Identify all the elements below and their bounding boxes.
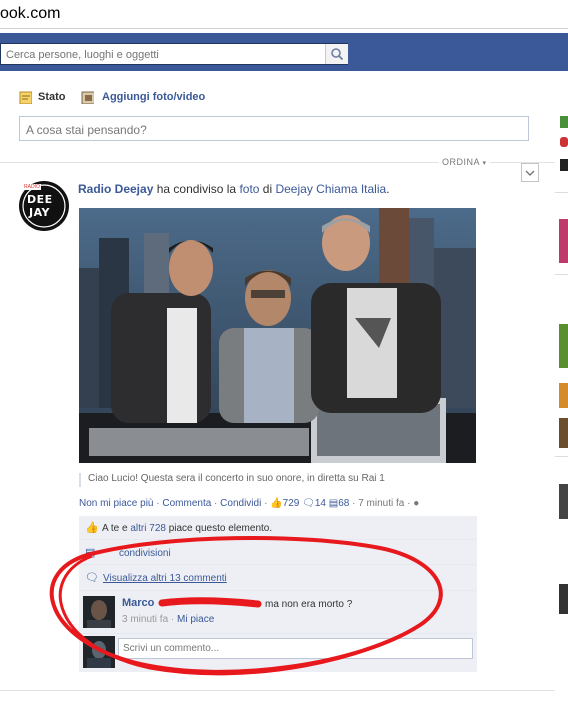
share-icon: ▤ xyxy=(328,498,339,509)
right-sidebar xyxy=(555,71,568,708)
status-input[interactable]: A cosa stai pensando? xyxy=(19,116,529,141)
search-icon xyxy=(331,48,344,61)
chevron-down-icon xyxy=(525,170,535,176)
logo-text-top: DEE xyxy=(27,193,53,206)
shares-row: ▤ condivisioni xyxy=(79,540,477,565)
post-photo[interactable] xyxy=(79,208,476,463)
comment-meta: 3 minuti fa · Mi piace xyxy=(122,614,215,625)
sort-menu[interactable]: ORDINA ▾ xyxy=(439,157,490,167)
photo-illustration xyxy=(79,208,476,463)
status-placeholder: A cosa stai pensando? xyxy=(26,123,147,137)
share-count[interactable]: 68 xyxy=(338,498,349,509)
search-input[interactable] xyxy=(6,48,316,62)
sidebar-thumb-3[interactable] xyxy=(559,383,568,408)
globe-icon: ● xyxy=(413,498,420,509)
photo-link[interactable]: foto xyxy=(239,182,259,196)
feed-bottom-divider xyxy=(0,690,555,691)
search-box[interactable] xyxy=(0,43,348,65)
write-comment-input[interactable]: Scrivi un commento... xyxy=(118,638,473,659)
post-options-button[interactable] xyxy=(521,163,539,182)
sidebar-divider-3 xyxy=(555,456,568,457)
commenter-name[interactable]: Marco xyxy=(122,597,154,609)
radio-deejay-avatar[interactable]: DEE JAY RADIO xyxy=(19,181,69,231)
shares-icon: ▤ xyxy=(85,547,96,559)
comment-text: ma non era morto ? xyxy=(265,599,353,610)
sidebar-thumb-6[interactable] xyxy=(559,584,568,614)
sort-label: ORDINA xyxy=(442,157,480,167)
comment-item: Marco ma non era morto ? 3 minuti fa · M… xyxy=(79,591,477,634)
browser-address-bar[interactable]: ook.com xyxy=(0,0,568,29)
comment-like-link[interactable]: Mi piace xyxy=(177,614,214,625)
url-text: ook.com xyxy=(0,5,61,22)
photo-icon xyxy=(81,91,94,104)
sidebar-icon-3[interactable] xyxy=(560,159,568,171)
sidebar-divider-1 xyxy=(555,192,568,193)
post-timestamp[interactable]: 7 minuti fa xyxy=(358,498,404,509)
comment-bubble-icon-small: 🗨 xyxy=(85,572,99,584)
like-thumb-icon: 👍 xyxy=(85,522,99,534)
sidebar-thumb-5[interactable] xyxy=(559,484,568,519)
share-link[interactable]: Condividi xyxy=(220,498,261,509)
photo-tab-label: Aggiungi foto/video xyxy=(102,91,206,103)
sidebar-divider-2 xyxy=(555,274,568,275)
unlike-link[interactable]: Non mi piace più xyxy=(79,498,153,509)
comment-count[interactable]: 14 xyxy=(315,498,326,509)
sidebar-thumb-1[interactable] xyxy=(559,219,568,263)
sort-caret-icon: ▾ xyxy=(482,160,487,167)
search-button[interactable] xyxy=(325,44,348,64)
photo-caption: Ciao Lucio! Questa sera il concerto in s… xyxy=(79,473,488,487)
likes-row: 👍 A te e altri 728 piace questo elemento… xyxy=(79,516,477,540)
view-more-row[interactable]: 🗨 Visualizza altri 13 commenti xyxy=(79,565,477,591)
logo-tiny-text: RADIO xyxy=(23,184,41,190)
sidebar-thumb-2[interactable] xyxy=(559,324,568,368)
view-more-comments-link[interactable]: Visualizza altri 13 commenti xyxy=(103,573,227,584)
status-icon xyxy=(19,91,32,104)
source-page-link[interactable]: Deejay Chiama Italia xyxy=(275,182,386,196)
comment-bubble-icon: 🗨 xyxy=(302,498,315,509)
sidebar-thumb-4[interactable] xyxy=(559,418,568,448)
post-header: Radio Deejay ha condiviso la foto di Dee… xyxy=(78,182,390,196)
commenter-avatar[interactable] xyxy=(83,596,115,628)
comment-link[interactable]: Commenta xyxy=(162,498,211,509)
like-count[interactable]: 729 xyxy=(283,498,300,509)
my-avatar xyxy=(83,636,115,668)
sidebar-icon-1[interactable] xyxy=(560,116,568,128)
likes-sentence: A te e altri 728 piace questo elemento. xyxy=(102,523,273,534)
write-comment-placeholder: Scrivi un commento... xyxy=(123,643,220,654)
others-like-link[interactable]: altri 728 xyxy=(130,523,166,534)
status-tab-label: Stato xyxy=(38,91,66,103)
comment-time[interactable]: 3 minuti fa xyxy=(122,614,168,625)
author-link[interactable]: Radio Deejay xyxy=(78,182,153,196)
shares-link[interactable]: condivisioni xyxy=(119,548,171,559)
sidebar-icon-2[interactable] xyxy=(560,137,568,147)
thumbs-up-icon: 👍 xyxy=(270,498,283,509)
logo-text-bottom: JAY xyxy=(29,206,51,219)
post-actions: Non mi piace più · Commenta · Condividi … xyxy=(79,498,420,509)
